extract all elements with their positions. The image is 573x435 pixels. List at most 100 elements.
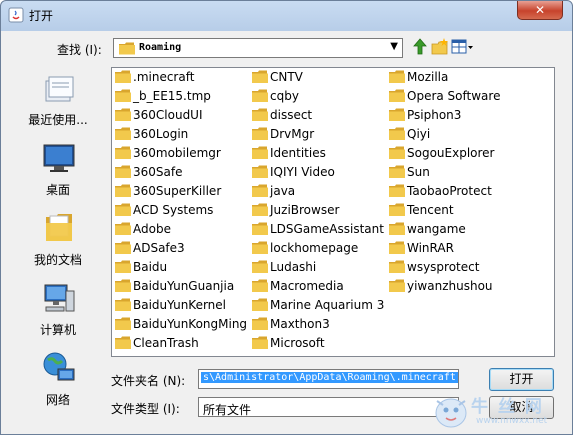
place-label: 桌面 [45,183,70,197]
file-type-label: 文件类型 (I): [111,402,180,416]
folder-icon [115,241,131,254]
close-icon: ✕ [534,3,546,17]
folder-icon [115,203,131,216]
place-computer[interactable]: 计算机 [12,281,104,347]
folder-icon [115,260,131,273]
folder-icon [252,165,268,178]
file-name: SogouExplorer [407,146,495,160]
file-name: IQIYI Video [270,165,335,179]
file-name: 360Login [133,127,189,141]
create-new-folder-icon[interactable] [430,37,450,57]
folder-name-label: 文件夹名 (N): [111,374,186,388]
file-name: DrvMgr [270,127,315,141]
look-in-value: Roaming [139,42,182,53]
open-dialog: 打开 ✕ 查找 (I): Roaming ▼ 最近使用... 桌面 我的文档 计… [0,0,573,435]
folder-icon [252,70,268,83]
place-network[interactable]: 网络 [12,351,104,417]
place-label: 计算机 [39,323,76,337]
folder-icon [252,336,268,349]
computer-icon [44,284,75,312]
look-in-combo[interactable]: Roaming ▼ [113,38,403,58]
file-name: BaiduYunGuanjia [133,279,235,293]
file-name: 360CloudUI [133,108,203,122]
folder-icon [252,184,268,197]
folder-icon [115,222,131,235]
folder-icon [115,89,131,102]
folder-icon [389,241,405,254]
desktop-icon [43,144,75,172]
folder-icon [389,184,405,197]
window-title: 打开 [29,9,54,23]
folder-icon [389,222,405,235]
file-name: Mozilla [407,70,449,84]
folder-icon [115,184,131,197]
file-type-combo[interactable]: 所有文件 [198,397,459,417]
folder-icon [252,222,268,235]
folder-icon [119,42,135,55]
java-app-icon [8,7,24,23]
file-list[interactable]: .minecraft _b_EE15.tmp 360CloudUI 360Login 3… [111,67,555,357]
file-name: Marine Aquarium 3 [270,298,385,312]
close-button[interactable]: ✕ [517,1,563,20]
folder-icon [252,260,268,273]
network-icon [43,352,75,381]
title-bar[interactable]: 打开 ✕ [1,1,572,30]
folder-icon [389,260,405,273]
file-name: Microsoft [270,336,325,350]
folder-icon [389,146,405,159]
folder-icon [389,279,405,292]
folder-icon [252,241,268,254]
file-name: java [270,184,296,198]
look-in-label: 查找 (I): [57,43,102,57]
folder-icon [252,317,268,330]
file-name: CNTV [270,70,303,84]
my-documents-icon [46,214,72,241]
mascot-icon [435,398,467,428]
file-name: 360SuperKiller [133,184,222,198]
folder-icon [252,203,268,216]
file-name: Ludashi [270,260,317,274]
view-menu-icon[interactable] [451,37,475,57]
open-button[interactable]: 打开 [489,368,554,391]
file-name: Qiyi [407,127,431,141]
file-name: Identities [270,146,326,160]
folder-icon [115,165,131,178]
places-bar: 最近使用... 桌面 我的文档 计算机 网络 [12,71,104,421]
chevron-down-icon[interactable]: ▼ [390,41,398,52]
folder-icon [252,298,268,311]
folder-icon [115,317,131,330]
place-label: 我的文档 [33,253,82,267]
file-name: 360Safe [133,165,183,179]
file-name: Baidu [133,260,168,274]
file-name: Opera Software [407,89,501,103]
up-one-level-icon[interactable] [410,37,430,57]
place-my-documents[interactable]: 我的文档 [12,211,104,277]
folder-icon [252,146,268,159]
folder-icon [389,127,405,140]
file-name: wsysprotect [407,260,480,274]
file-name: ACD Systems [133,203,214,217]
place-label: 网络 [45,393,70,407]
file-name: .minecraft [133,70,195,84]
file-name: JuziBrowser [270,203,340,217]
file-name: ADSafe3 [133,241,185,255]
file-name: cqby [270,89,299,103]
file-name: Maxthon3 [270,317,330,331]
watermark-url: www.nnwxx.net [476,416,548,426]
file-type-value: 所有文件 [203,403,252,417]
file-name: yiwanzhushou [407,279,493,293]
place-desktop[interactable]: 桌面 [12,141,104,207]
folder-name-input[interactable]: s\Administrator\AppData\Roaming\.minecra… [198,369,459,389]
folder-icon [115,298,131,311]
file-name: wangame [407,222,466,236]
recent-items-icon [45,76,74,102]
file-name: lockhomepage [270,241,359,255]
file-name: dissect [270,108,313,122]
file-name: Tencent [407,203,454,217]
folder-icon [115,108,131,121]
folder-icon [252,279,268,292]
file-name: LDSGameAssistant [270,222,384,236]
place-recent-items[interactable]: 最近使用... [12,71,104,137]
folder-icon [115,336,131,349]
folder-icon [115,279,131,292]
